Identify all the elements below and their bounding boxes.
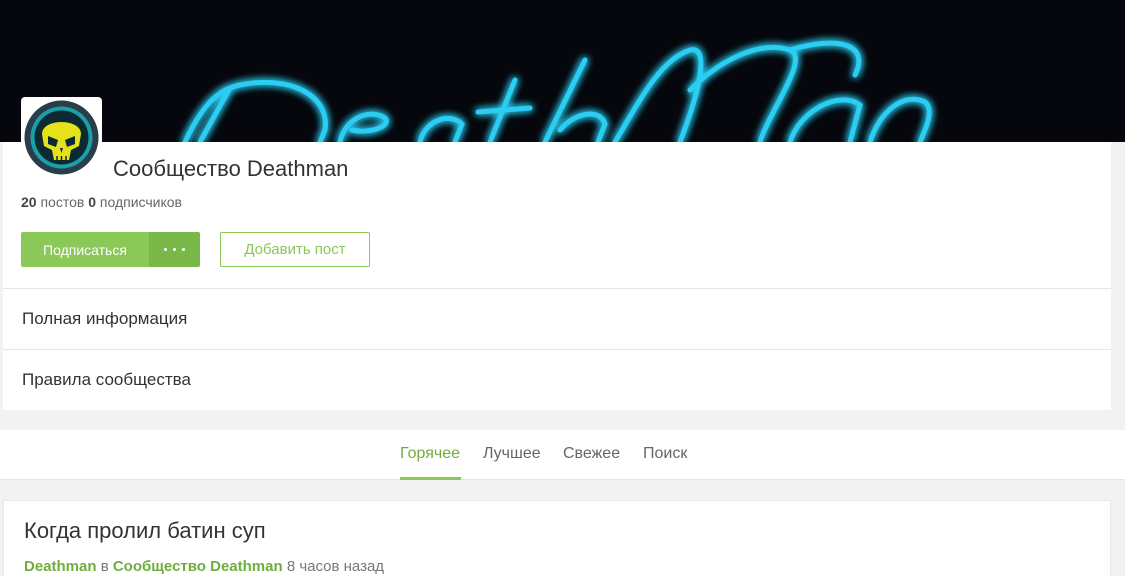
community-banner bbox=[0, 0, 1125, 142]
full-info-row[interactable]: Полная информация bbox=[3, 288, 1111, 349]
more-options-button[interactable] bbox=[149, 232, 200, 267]
community-rules-row[interactable]: Правила сообщества bbox=[3, 349, 1111, 410]
tab-hot[interactable]: Горячее bbox=[400, 445, 460, 463]
post-community-link[interactable]: Сообщество Deathman bbox=[113, 558, 283, 575]
feed-tabs: Горячее Лучшее Свежее Поиск bbox=[0, 430, 1125, 480]
post-card: Когда пролил батин суп Deathman в Сообще… bbox=[3, 500, 1111, 576]
subscribers-label: подписчиков bbox=[99, 194, 182, 210]
post-meta: Deathman в Сообщество Deathman 8 часов н… bbox=[24, 558, 384, 575]
post-in-label: в bbox=[100, 558, 109, 575]
tab-fresh[interactable]: Свежее bbox=[563, 445, 620, 463]
posts-count: 20 bbox=[21, 194, 37, 210]
tab-best[interactable]: Лучшее bbox=[483, 445, 541, 463]
post-title[interactable]: Когда пролил батин суп bbox=[24, 518, 266, 544]
posts-label: постов bbox=[40, 194, 85, 210]
tab-search[interactable]: Поиск bbox=[643, 445, 687, 463]
community-stats: 20 постов 0 подписчиков bbox=[21, 194, 182, 210]
subscribers-count: 0 bbox=[88, 194, 97, 210]
community-title: Сообщество Deathman bbox=[113, 156, 349, 181]
subscribe-button[interactable]: Подписаться bbox=[21, 232, 149, 267]
community-avatar[interactable] bbox=[21, 97, 102, 178]
more-dots-icon bbox=[164, 248, 167, 251]
add-post-button[interactable]: Добавить пост bbox=[220, 232, 370, 267]
post-author-link[interactable]: Deathman bbox=[24, 558, 97, 575]
post-time: 8 часов назад bbox=[286, 558, 385, 575]
active-tab-indicator bbox=[400, 477, 461, 480]
skull-logo-icon bbox=[24, 100, 99, 175]
neon-logo-image bbox=[0, 0, 1125, 142]
